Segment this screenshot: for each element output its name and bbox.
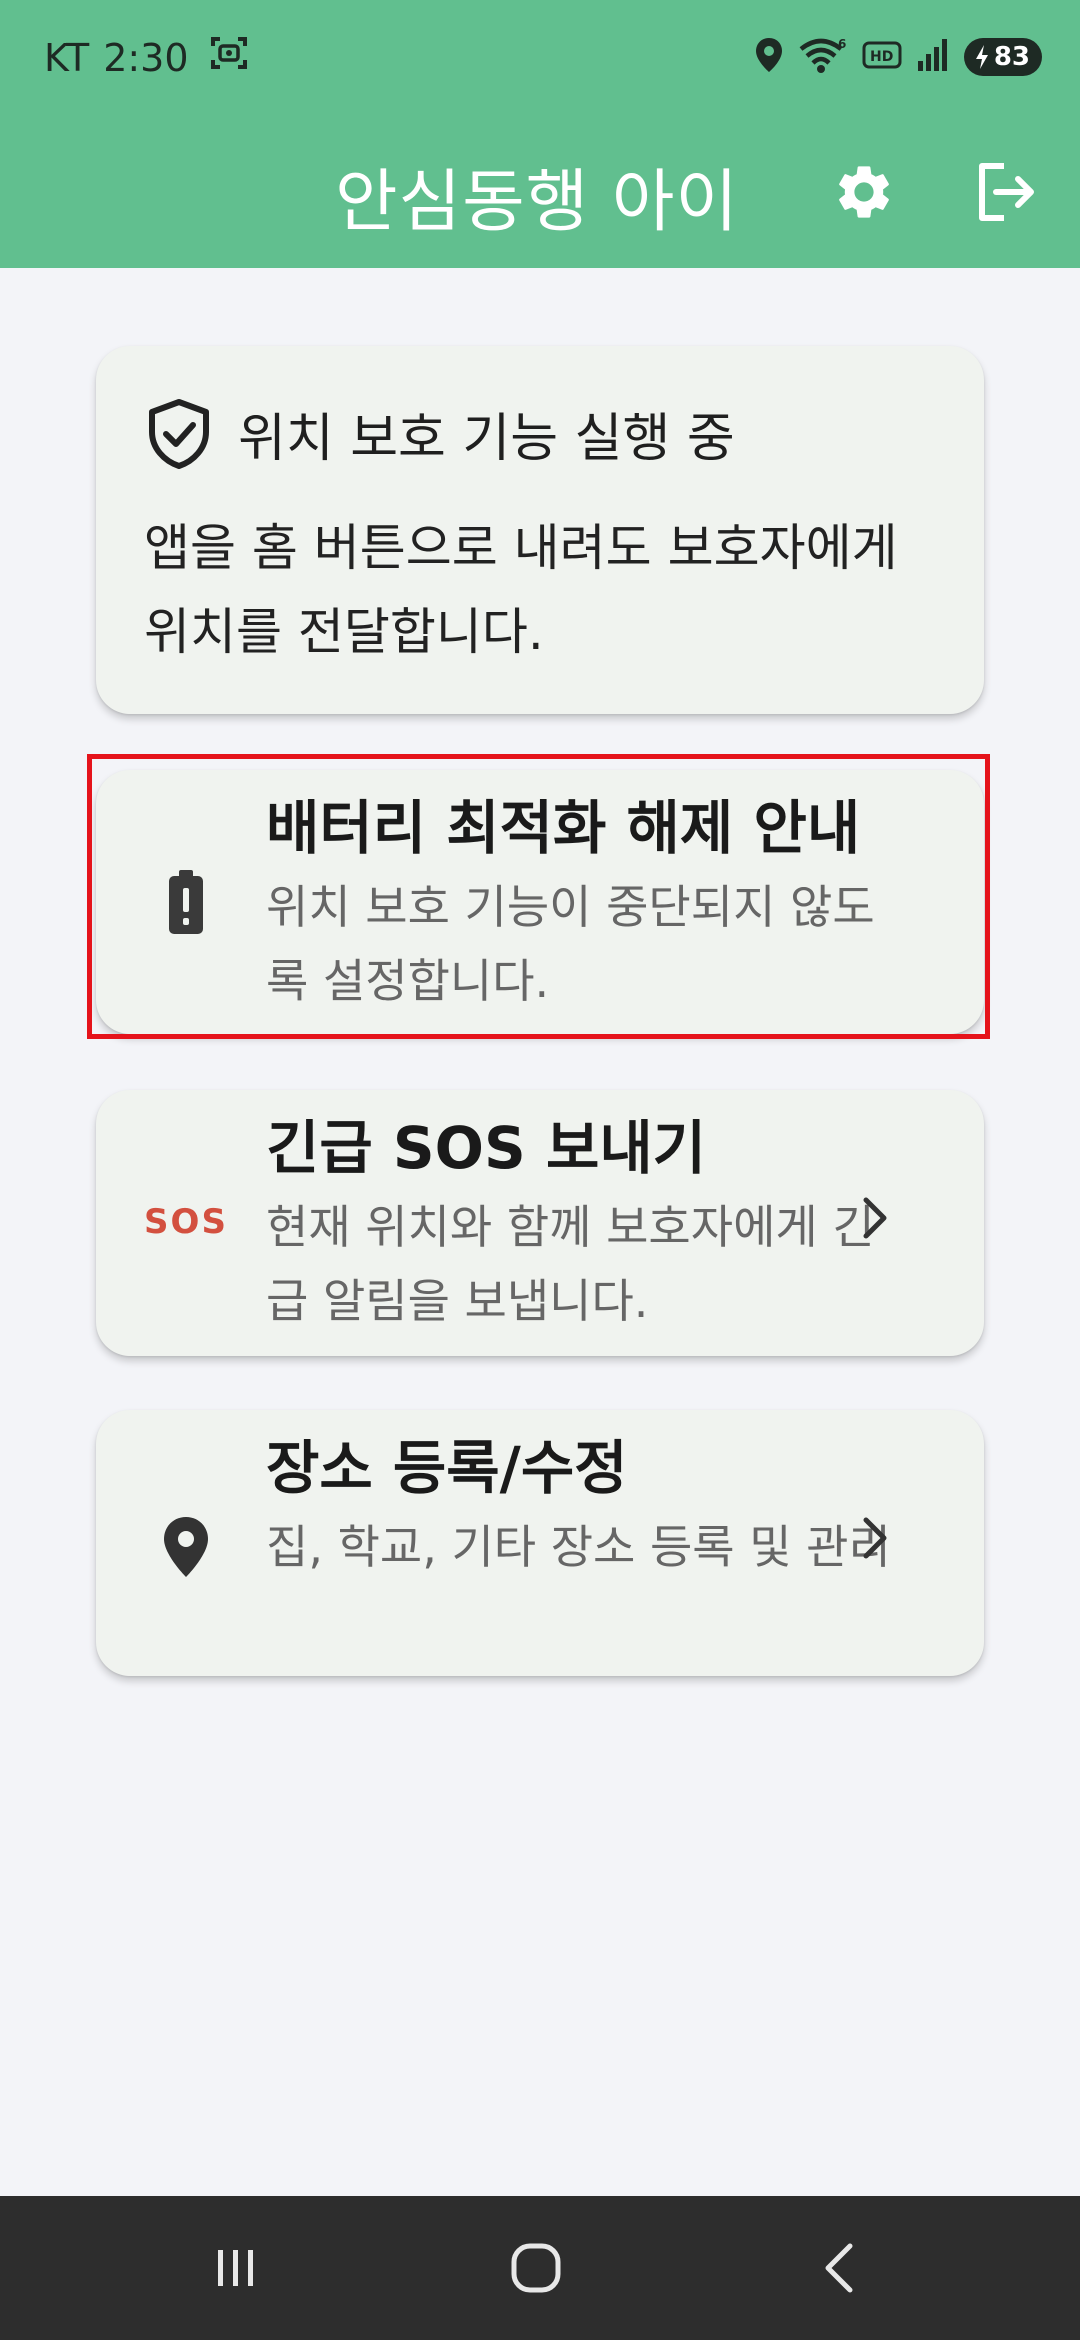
sos-card-title: 긴급 SOS 보내기 — [266, 1114, 707, 1182]
home-icon — [511, 2243, 561, 2293]
signal-icon — [916, 37, 950, 77]
battery-charging-icon: 83 — [963, 38, 1042, 76]
svg-text:6: 6 — [838, 37, 846, 51]
sos-card-description: 현재 위치와 함께 보호자에게 긴급 알림을 보냅니다. — [266, 1200, 875, 1328]
recents-button[interactable] — [196, 2232, 276, 2304]
battery-alert-icon — [144, 868, 228, 938]
chevron-right-icon — [863, 1197, 887, 1239]
location-icon — [754, 36, 784, 78]
battery-card-description: 위치 보호 기능이 중단되지 않도록 설정합니다. — [266, 880, 875, 1008]
status-card-description: 앱을 홈 버튼으로 내려도 보호자에게 위치를 전달합니다. — [144, 519, 898, 661]
back-button[interactable] — [800, 2232, 880, 2304]
battery-level: 83 — [993, 42, 1030, 72]
app-bar: 안심동행 아이 — [0, 116, 1080, 268]
navigation-bar — [0, 2196, 1080, 2340]
top-bar: KT 2:30 6 HD 83 안심동행 아이 — [0, 0, 1080, 268]
gear-icon — [839, 166, 889, 218]
chevron-right-icon — [863, 1517, 887, 1559]
place-card-title: 장소 등록/수정 — [266, 1434, 628, 1502]
battery-card-text: 배터리 최적화 해제 안내 위치 보호 기능이 중단되지 않도록 설정합니다. — [266, 790, 896, 1018]
sos-card-text: 긴급 SOS 보내기 현재 위치와 함께 보호자에게 긴급 알림을 보냅니다. — [266, 1110, 896, 1338]
status-left: KT 2:30 — [44, 34, 249, 81]
status-bar: KT 2:30 6 HD 83 — [0, 0, 1080, 116]
home-button[interactable] — [496, 2232, 576, 2304]
sos-icon-label: SOS — [144, 1202, 228, 1242]
status-card-header: 위치 보호 기능 실행 중 — [146, 396, 735, 471]
status-time: 2:30 — [103, 35, 189, 80]
status-card: 위치 보호 기능 실행 중 앱을 홈 버튼으로 내려도 보호자에게 위치를 전달… — [96, 346, 984, 714]
shield-check-icon — [149, 398, 209, 469]
sos-card[interactable]: SOS 긴급 SOS 보내기 현재 위치와 함께 보호자에게 긴급 알림을 보냅… — [96, 1090, 984, 1356]
battery-optimization-card[interactable]: 배터리 최적화 해제 안내 위치 보호 기능이 중단되지 않도록 설정합니다. — [96, 770, 984, 1034]
map-pin-icon — [144, 1514, 228, 1580]
place-card[interactable]: 장소 등록/수정 집, 학교, 기타 장소 등록 및 관리 — [96, 1410, 984, 1676]
battery-card-title: 배터리 최적화 해제 안내 — [266, 794, 861, 862]
carrier-label: KT — [44, 35, 90, 80]
status-right: 6 HD 83 — [740, 36, 1042, 78]
place-card-text: 장소 등록/수정 집, 학교, 기타 장소 등록 및 관리 — [266, 1430, 896, 1584]
app-title: 안심동행 아이 — [335, 163, 739, 242]
place-card-description: 집, 학교, 기타 장소 등록 및 관리 — [266, 1520, 891, 1574]
hd-icon: HD — [862, 40, 902, 74]
recents-icon — [218, 2250, 253, 2286]
screenshot-icon — [209, 34, 249, 81]
svg-text:HD: HD — [870, 49, 893, 65]
logout-button[interactable] — [966, 152, 1046, 232]
settings-button[interactable] — [824, 152, 904, 232]
status-card-title: 위치 보호 기능 실행 중 — [238, 409, 735, 469]
logout-icon — [979, 163, 1034, 221]
back-icon — [825, 2243, 853, 2293]
wifi-icon: 6 — [798, 36, 848, 78]
sos-icon: SOS — [144, 1198, 228, 1246]
